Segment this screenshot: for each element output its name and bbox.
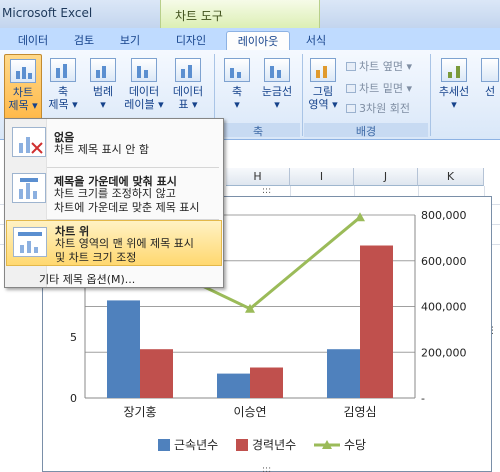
resize-handle-bottom[interactable]: ::: [262, 465, 271, 472]
axes-button[interactable]: 축 ▾ [220, 58, 254, 111]
data-labels-icon [131, 58, 157, 82]
bar-경력년수 [140, 349, 173, 398]
axes-icon [224, 58, 250, 82]
data-labels-label: 데이터 레이블 ▾ [124, 85, 164, 111]
resize-handle-right[interactable]: ⋮ [488, 326, 497, 336]
legend-label: 수당 [344, 438, 366, 452]
x-tick-label: 김영심 [343, 405, 376, 419]
menu-item-desc: 및 차트 크기 조정 [55, 251, 137, 264]
gridlines-icon [264, 58, 290, 82]
plot-area-icon [310, 58, 336, 82]
lines-icon [481, 58, 499, 82]
gridlines-label: 눈금선 ▾ [261, 85, 293, 111]
y-right-tick-label: 600,000 [421, 255, 467, 268]
bar-경력년수 [360, 245, 393, 398]
legend-label: 범례 ▾ [92, 85, 114, 111]
plot-area-button[interactable]: 그림 영역 ▾ [306, 58, 340, 111]
trendline-button[interactable]: 추세선 ▾ [434, 58, 474, 111]
trendline-icon [441, 58, 467, 82]
gridlines-button[interactable]: 눈금선 ▾ [256, 58, 298, 111]
menu-item-centered-overlay[interactable]: 제목을 가운데에 맞춰 표시 차트 크기를 조정하지 않고 차트에 가운데로 맞… [6, 169, 222, 219]
lines-button[interactable]: 선 [480, 58, 500, 98]
tab-design[interactable]: 디자인 [168, 31, 214, 50]
y-right-tick-label: - [421, 392, 425, 405]
axis-titles-icon [50, 58, 76, 82]
menu-separator [47, 167, 219, 168]
menu-item-above-chart[interactable]: 차트 위 차트 영역의 맨 위에 제목 표시 및 차트 크기 조정 [6, 220, 222, 266]
x-tick-label: 장기홍 [123, 405, 156, 419]
chart-wall-icon [346, 62, 356, 71]
chart-title-menu: 없음 차트 제목 표시 안 함 제목을 가운데에 맞춰 표시 차트 크기를 조정… [4, 118, 224, 288]
column-header-j[interactable]: J [354, 168, 418, 186]
rotation-3d-label: 3차원 회전 [359, 102, 410, 115]
tab-data[interactable]: 데이터 [8, 31, 58, 50]
y-right-tick-label: 800,000 [421, 209, 467, 222]
background-group-label: 배경 [304, 123, 428, 138]
y-right-tick-label: 200,000 [421, 346, 467, 359]
axis-titles-button[interactable]: 축 제목 ▾ [46, 58, 80, 111]
chart-floor-icon [346, 84, 356, 93]
rotation-3d-button[interactable]: 3차원 회전 [346, 100, 410, 116]
y-right-tick-label: 400,000 [421, 301, 467, 314]
bar-근속년수 [107, 300, 140, 398]
no-title-icon [12, 127, 46, 157]
data-table-button[interactable]: 데이터 표 ▾ [168, 58, 208, 111]
menu-item-desc: 차트 크기를 조정하지 않고 [54, 187, 176, 200]
chart-wall-label: 차트 옆면 ▾ [359, 60, 412, 73]
centered-overlay-title-icon [12, 173, 46, 203]
menu-item-desc: 차트 영역의 맨 위에 제목 표시 [55, 237, 194, 250]
y-left-tick-label: 0 [70, 392, 77, 405]
chart-title-icon [10, 59, 36, 83]
legend-label: 근속년수 [174, 438, 218, 452]
chart-tools-context: 차트 도구 [160, 0, 320, 28]
bar-근속년수 [217, 373, 250, 398]
tab-format[interactable]: 서식 [298, 31, 334, 50]
plot-area-label: 그림 영역 ▾ [308, 85, 338, 111]
legend-swatch [158, 439, 170, 451]
column-header-k[interactable]: K [418, 168, 484, 186]
tab-layout[interactable]: 레이아웃 [226, 31, 290, 50]
axes-group-label: 축 [216, 123, 300, 138]
legend-icon [90, 58, 116, 82]
resize-handle-top[interactable]: ::: [262, 186, 271, 196]
data-table-label: 데이터 표 ▾ [172, 85, 204, 111]
chart-wall-button[interactable]: 차트 옆면 ▾ [346, 58, 412, 74]
chart-floor-label: 차트 밑면 ▾ [359, 82, 412, 95]
more-title-options[interactable]: 기타 제목 옵션(M)... [39, 271, 135, 287]
above-chart-title-icon [13, 227, 47, 257]
x-tick-label: 이승연 [233, 405, 266, 419]
data-labels-button[interactable]: 데이터 레이블 ▾ [124, 58, 164, 111]
legend-swatch [236, 439, 248, 451]
point-수당 [355, 212, 365, 222]
group-separator [430, 54, 431, 136]
rotation-3d-icon [346, 104, 356, 113]
ribbon-tabs: 데이터 검토 보기 디자인 레이아웃 서식 [0, 28, 500, 50]
menu-item-desc: 차트 제목 표시 안 함 [54, 143, 149, 156]
lines-label: 선 [484, 85, 496, 98]
chart-title-button[interactable]: 차트 제목 ▾ [4, 54, 42, 120]
axis-titles-label: 축 제목 ▾ [48, 85, 78, 111]
legend-button[interactable]: 범례 ▾ [86, 58, 120, 111]
context-title: 차트 도구 [175, 9, 223, 23]
menu-item-desc: 차트에 가운데로 맞춘 제목 표시 [54, 201, 200, 214]
legend-label: 경력년수 [252, 438, 296, 452]
app-title: Microsoft Excel [2, 6, 93, 20]
bar-근속년수 [327, 349, 360, 398]
group-separator [302, 54, 303, 136]
column-header-h[interactable]: H [226, 168, 290, 186]
axes-label: 축 ▾ [231, 85, 243, 111]
tab-review[interactable]: 검토 [64, 31, 104, 50]
tab-view[interactable]: 보기 [112, 31, 148, 50]
bar-경력년수 [250, 367, 283, 398]
column-header-i[interactable]: I [290, 168, 354, 186]
chart-floor-button[interactable]: 차트 밑면 ▾ [346, 80, 412, 96]
y-left-tick-label: 5 [70, 331, 77, 344]
trendline-label: 추세선 ▾ [438, 85, 470, 111]
menu-item-no-title[interactable]: 없음 차트 제목 표시 안 함 [6, 121, 222, 165]
chart-title-label: 차트 제목 ▾ [8, 86, 38, 112]
title-bar: Microsoft Excel 차트 도구 [0, 0, 500, 28]
data-table-icon [175, 58, 201, 82]
